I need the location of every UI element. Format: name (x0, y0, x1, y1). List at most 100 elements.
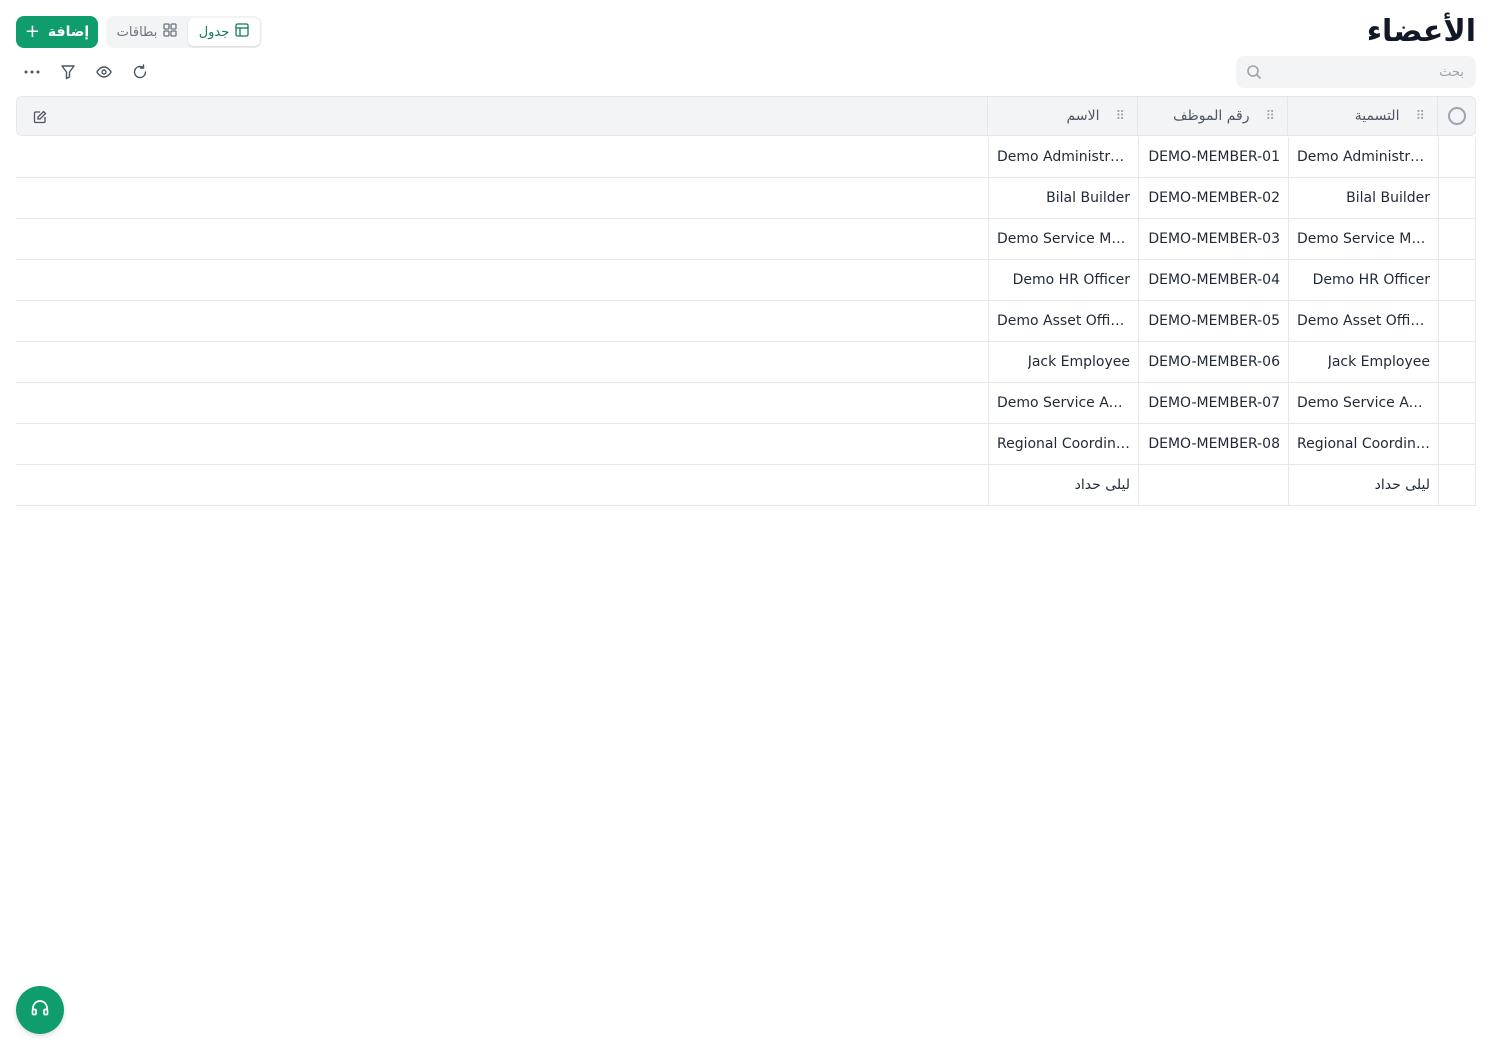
column-header-label[interactable]: التسمية ⠿ (1287, 97, 1437, 135)
table-cell-label: Bilal Builder (1288, 178, 1438, 218)
table-cell-label: Demo Service Adviser (1288, 383, 1438, 423)
cell-text: Demo Asset Officer (997, 313, 1130, 329)
cell-text: Demo Service Manager (1297, 231, 1430, 247)
table-cell-employee-id: DEMO-MEMBER-07 (1138, 383, 1288, 423)
table-cell-label: Demo Asset Officer (1288, 301, 1438, 341)
column-label: الاسم (1066, 108, 1100, 124)
cell-text: DEMO-MEMBER-04 (1148, 272, 1280, 288)
cell-text: Demo Service Adviser (997, 395, 1130, 411)
cell-text: ليلى حداد (1374, 477, 1430, 493)
row-checkbox[interactable] (1438, 178, 1476, 218)
table-cell-label: ليلى حداد (1288, 465, 1438, 505)
table-row[interactable]: Jack Employee DEMO-MEMBER-06 Jack Employee (16, 342, 1476, 383)
column-label: التسمية (1354, 108, 1400, 124)
table-row[interactable]: Demo Service Manager DEMO-MEMBER-03 Demo S… (16, 219, 1476, 260)
table-cell-label: Demo Service Manager (1288, 219, 1438, 259)
table-row[interactable]: Demo HR Officer DEMO-MEMBER-04 Demo HR Off… (16, 260, 1476, 301)
drag-handle-icon[interactable]: ⠿ (1115, 109, 1124, 124)
row-checkbox[interactable] (1438, 465, 1476, 505)
view-toggle: بطاقات جدول (106, 16, 262, 48)
checkbox-circle (1447, 107, 1466, 125)
column-label: رقم الموظف (1173, 108, 1250, 124)
table-icon (235, 23, 249, 41)
refresh-icon[interactable] (128, 60, 152, 84)
table-cell-name: Bilal Builder (988, 178, 1138, 218)
page-title: الأعضاء (1366, 14, 1476, 49)
table-cell-employee-id (1138, 465, 1288, 505)
table-cell-label: Jack Employee (1288, 342, 1438, 382)
table-cell-name: Regional Coordinator (988, 424, 1138, 464)
cell-text: Demo Administrator (1297, 149, 1430, 165)
drag-handle-icon[interactable]: ⠿ (1265, 109, 1274, 124)
table-cell-name: Demo Asset Officer (988, 301, 1138, 341)
row-checkbox[interactable] (1438, 383, 1476, 423)
view-cards-label: بطاقات (116, 24, 158, 40)
row-checkbox[interactable] (1438, 301, 1476, 341)
column-header-employee-id[interactable]: رقم الموظف ⠿ (1137, 97, 1287, 135)
row-checkbox[interactable] (1438, 137, 1476, 177)
add-button[interactable]: + إضافة (16, 16, 98, 48)
more-icon[interactable] (20, 60, 44, 84)
table-cell-name: Demo Service Adviser (988, 383, 1138, 423)
row-checkbox[interactable] (1438, 424, 1476, 464)
table-row[interactable]: ليلى حداد ليلى حداد (16, 465, 1476, 506)
drag-handle-icon[interactable]: ⠿ (1415, 109, 1424, 124)
cell-text: Demo Administrator (997, 149, 1130, 165)
view-cards-button[interactable]: بطاقات (108, 18, 186, 46)
cell-text: DEMO-MEMBER-07 (1148, 395, 1280, 411)
cell-text: Demo HR Officer (1312, 272, 1430, 288)
add-button-label: إضافة (47, 24, 90, 40)
cell-text: Demo HR Officer (1012, 272, 1130, 288)
table-cell-employee-id: DEMO-MEMBER-01 (1138, 137, 1288, 177)
table-cell-employee-id: DEMO-MEMBER-02 (1138, 178, 1288, 218)
headset-icon (30, 998, 50, 1022)
table-row[interactable]: Demo Asset Officer DEMO-MEMBER-05 Demo Ass… (16, 301, 1476, 342)
row-checkbox[interactable] (1438, 219, 1476, 259)
table-cell-label: Demo HR Officer (1288, 260, 1438, 300)
table-cell-employee-id: DEMO-MEMBER-03 (1138, 219, 1288, 259)
table-cell-name: Demo HR Officer (988, 260, 1138, 300)
search-box (1236, 56, 1476, 88)
table-cell-employee-id: DEMO-MEMBER-06 (1138, 342, 1288, 382)
table-row[interactable]: Bilal Builder DEMO-MEMBER-02 Bilal Builder (16, 178, 1476, 219)
plus-icon: + (24, 21, 40, 42)
search-input[interactable] (1236, 56, 1476, 88)
table-cell-name: Demo Administrator (988, 137, 1138, 177)
cell-text: DEMO-MEMBER-01 (1148, 149, 1280, 165)
table-cell-name: Jack Employee (988, 342, 1138, 382)
table-row[interactable]: Regional Coordinator DEMO-MEMBER-08 Region… (16, 424, 1476, 465)
cell-text: DEMO-MEMBER-06 (1148, 354, 1280, 370)
support-button[interactable] (16, 986, 64, 1034)
table-row[interactable]: Demo Administrator DEMO-MEMBER-01 Demo Adm… (16, 137, 1476, 178)
cell-text: DEMO-MEMBER-08 (1148, 436, 1280, 452)
cell-text: Demo Asset Officer (1297, 313, 1430, 329)
cell-text: Bilal Builder (1346, 190, 1430, 206)
cell-text: Jack Employee (1027, 354, 1130, 370)
table-cell-name: Demo Service Manager (988, 219, 1138, 259)
view-table-label: جدول (198, 24, 230, 40)
cell-text: Regional Coordinator (997, 436, 1130, 452)
table-row[interactable]: Demo Service Adviser DEMO-MEMBER-07 Demo S… (16, 383, 1476, 424)
cell-text: Regional Coordinator (1297, 436, 1430, 452)
edit-columns-icon[interactable] (33, 109, 47, 128)
view-table-button[interactable]: جدول (188, 18, 260, 46)
table-cell-label: Demo Administrator (1288, 137, 1438, 177)
cell-text: ليلى حداد (1074, 477, 1130, 493)
table-cell-employee-id: DEMO-MEMBER-05 (1138, 301, 1288, 341)
table-cell-label: Regional Coordinator (1288, 424, 1438, 464)
search-icon (1246, 64, 1262, 84)
grid-icon (163, 23, 177, 41)
eye-icon[interactable] (92, 60, 116, 84)
column-header-name[interactable]: الاسم ⠿ (987, 97, 1137, 135)
cell-text: Demo Service Adviser (1297, 395, 1430, 411)
select-all-checkbox[interactable] (1437, 97, 1475, 135)
filter-icon[interactable] (56, 60, 80, 84)
cell-text: Jack Employee (1327, 354, 1430, 370)
cell-text: Demo Service Manager (997, 231, 1130, 247)
table-cell-name: ليلى حداد (988, 465, 1138, 505)
cell-text: Bilal Builder (1046, 190, 1130, 206)
row-checkbox[interactable] (1438, 342, 1476, 382)
row-checkbox[interactable] (1438, 260, 1476, 300)
table-header: التسمية ⠿ رقم الموظف ⠿ الاسم ⠿ (16, 96, 1476, 136)
cell-text: DEMO-MEMBER-02 (1148, 190, 1280, 206)
